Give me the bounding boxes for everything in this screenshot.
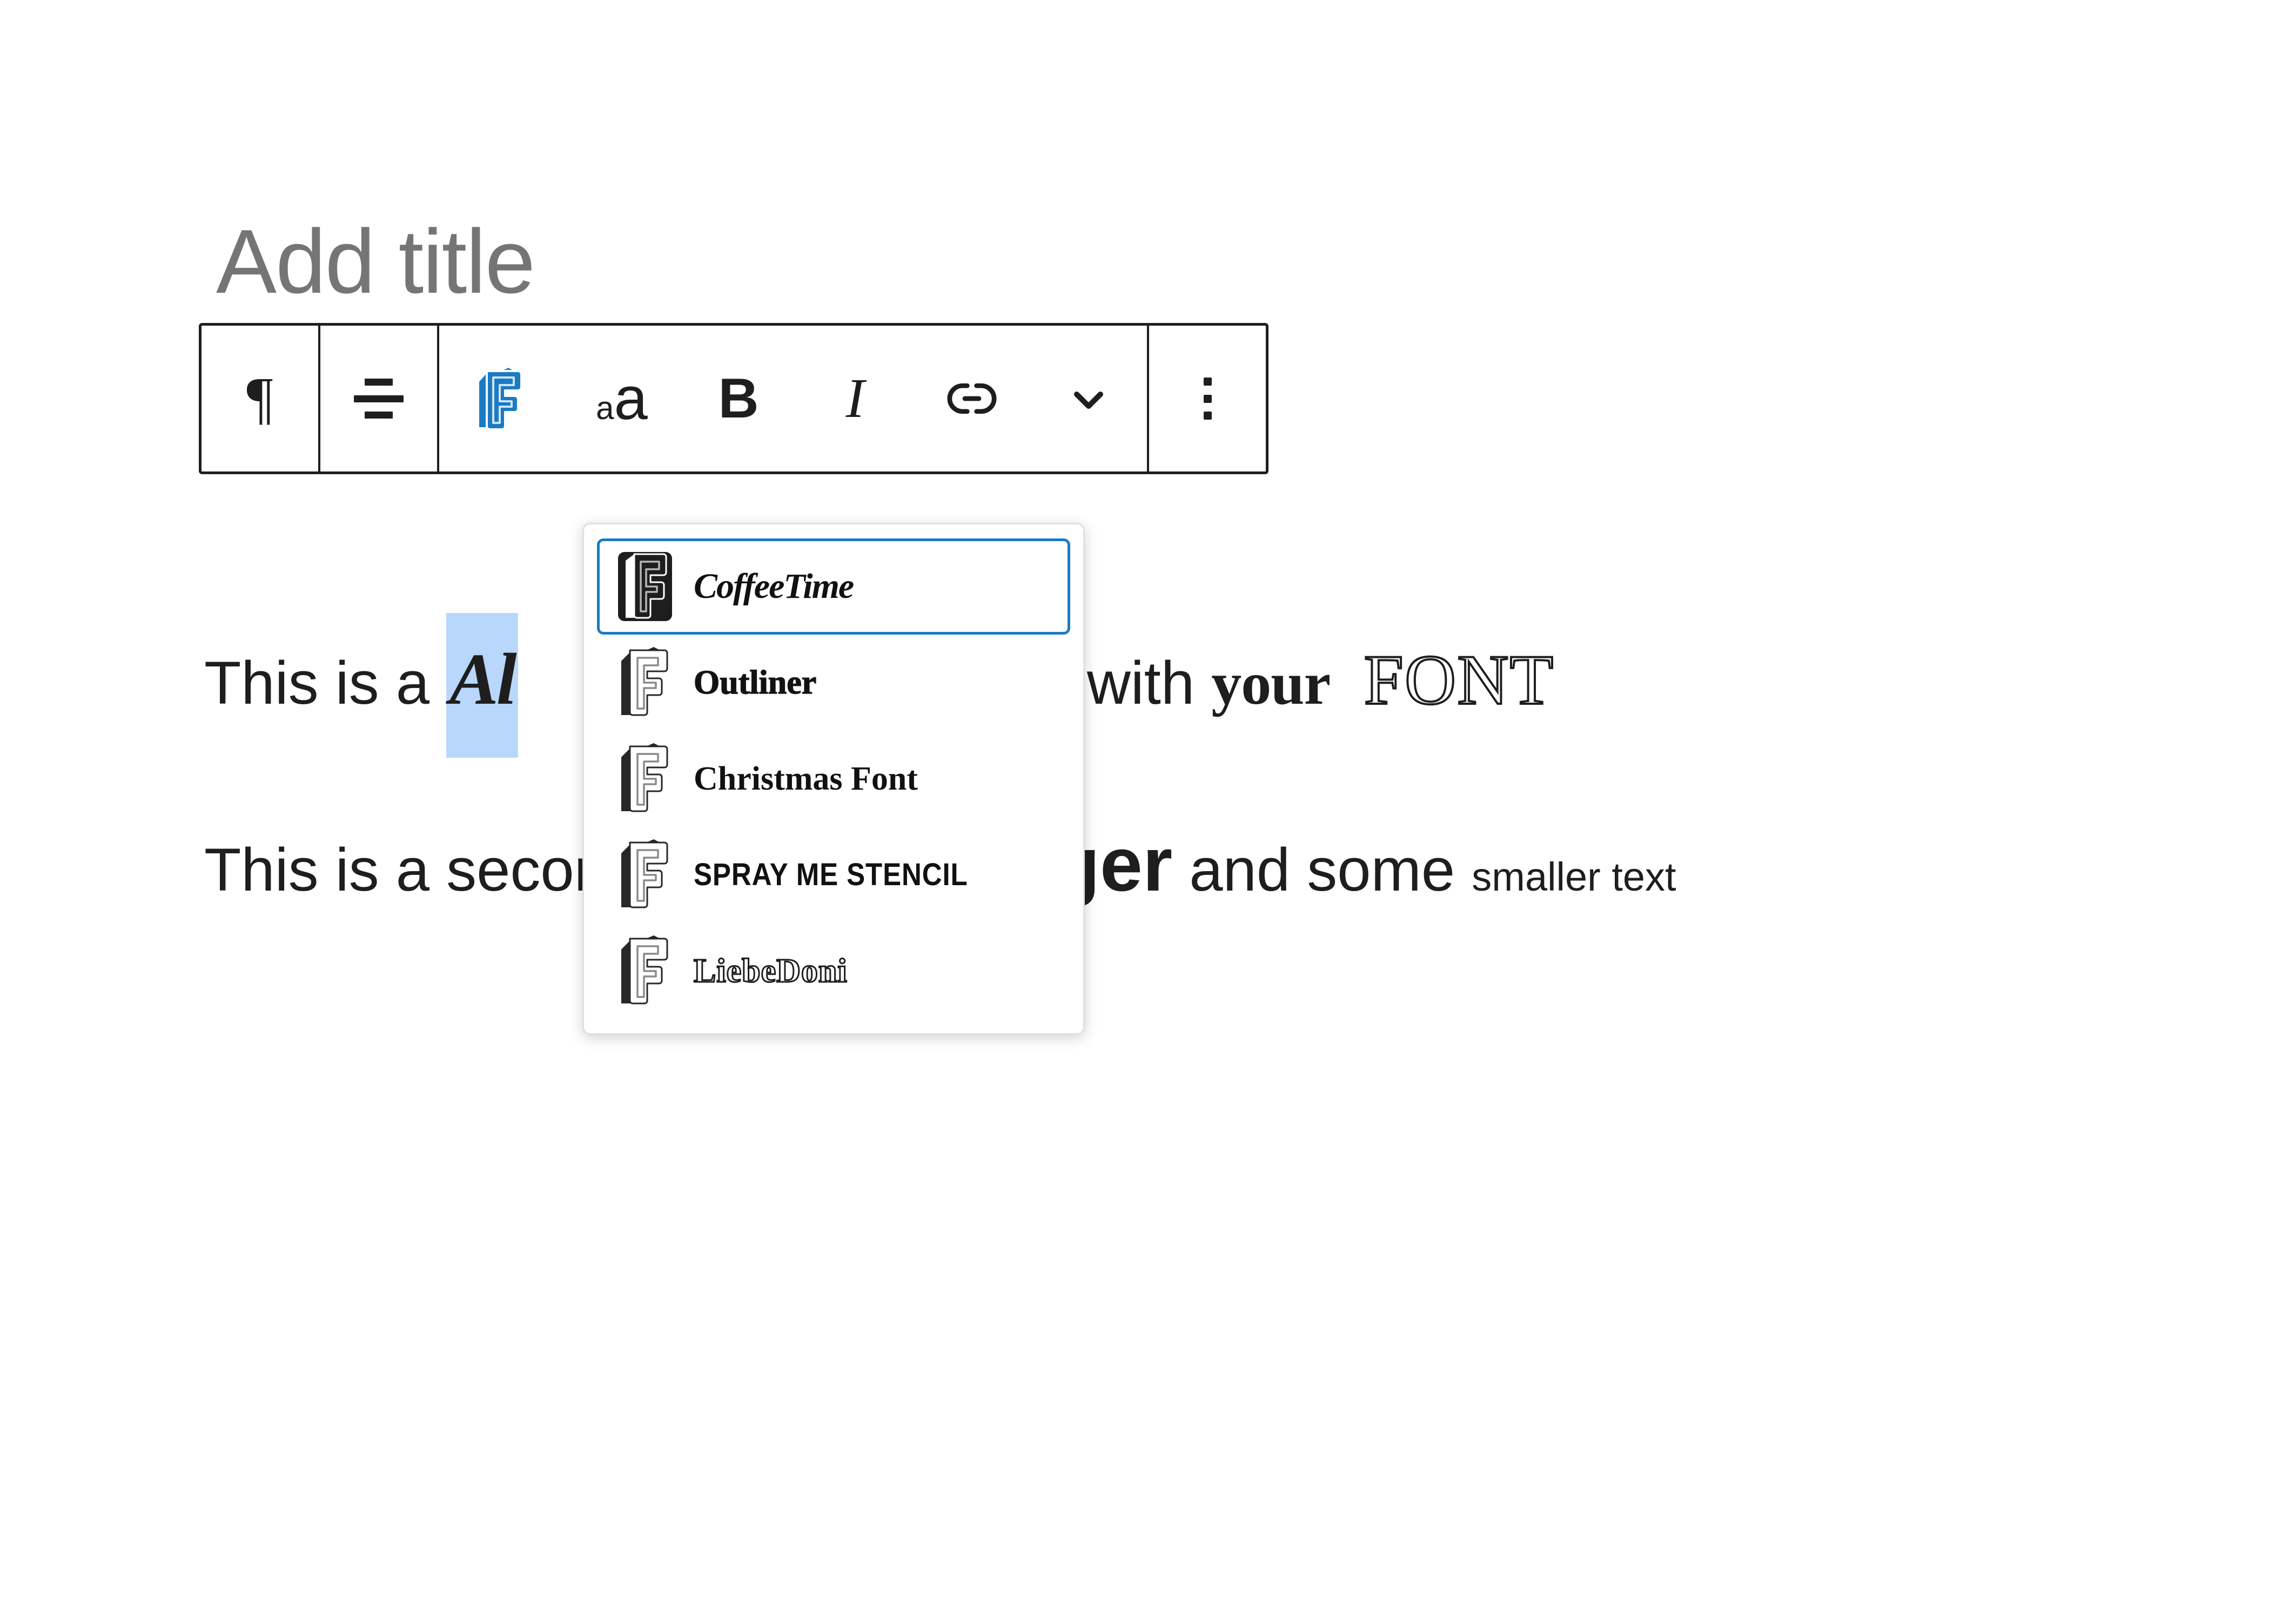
link-button[interactable]	[914, 326, 1030, 471]
paragraph-1-font-run: FONT	[1363, 640, 1555, 719]
font-option-coffeetime[interactable]: CoffeeTime	[597, 538, 1070, 635]
bold-button[interactable]: B	[680, 326, 797, 471]
font-option-label: Outliner	[693, 664, 817, 701]
align-text-button[interactable]	[320, 326, 437, 471]
block-options-button[interactable]	[1149, 326, 1266, 471]
font-option-label: LiebeDoni	[693, 953, 848, 989]
pilcrow-icon: ¶	[246, 366, 273, 430]
font-option-christmas-font[interactable]: Christmas Font	[597, 731, 1070, 827]
font-f-icon-outline	[615, 742, 675, 816]
font-option-label: CoffeeTime	[694, 567, 854, 606]
block-type-button[interactable]: ¶	[202, 326, 318, 471]
align-center-icon	[354, 379, 404, 419]
paragraph-1-lead: This is a	[204, 649, 447, 717]
font-option-spray-me-stencil[interactable]: SPRAY ME STENCIL	[597, 827, 1070, 923]
toolbar-group-block-type: ¶	[202, 326, 320, 471]
font-f-icon-outline	[615, 838, 675, 912]
block-toolbar: ¶ a a B I	[199, 323, 1268, 474]
font-option-liebedoni[interactable]: LiebeDoni	[597, 923, 1070, 1019]
paragraph-2-smaller-run: smaller text	[1472, 854, 1676, 899]
editor-canvas: Add title This is a Alparagraph text wit…	[0, 0, 2269, 1624]
link-icon	[944, 370, 1000, 427]
paragraph-2-lead: This is a secon	[204, 836, 608, 904]
kebab-menu-icon	[1203, 378, 1212, 420]
font-option-outliner[interactable]: Outliner	[597, 635, 1070, 731]
toolbar-group-align	[320, 326, 439, 471]
font-option-label: Christmas Font	[694, 760, 918, 797]
paragraph-2-mid: and some	[1172, 836, 1472, 904]
toolbar-group-options	[1149, 326, 1266, 471]
bold-icon: B	[718, 367, 759, 430]
post-title-placeholder[interactable]: Add title	[216, 216, 535, 307]
italic-button[interactable]: I	[797, 326, 914, 471]
font-option-label: SPRAY ME STENCIL	[694, 857, 968, 892]
font-picker-button[interactable]	[439, 326, 563, 471]
italic-icon: I	[845, 367, 865, 429]
font-size-button[interactable]: aa	[563, 326, 680, 471]
selected-text-run: Al	[446, 613, 518, 758]
toolbar-group-formatting: aa B I	[439, 326, 1149, 471]
text-size-icon: aa	[596, 365, 648, 432]
chevron-down-icon	[1063, 373, 1115, 424]
paragraph-1-space	[1330, 649, 1364, 717]
font-f-icon-outline	[615, 646, 675, 719]
font-f-icon-outline	[615, 934, 675, 1008]
font-dropdown-popover: CoffeeTime Outliner Christmas Font SPRAY…	[582, 523, 1085, 1035]
font-f-icon	[478, 367, 525, 430]
font-f-icon-selected	[615, 550, 675, 623]
more-formatting-button[interactable]	[1030, 326, 1147, 471]
paragraph-1-your-run: your	[1211, 650, 1331, 717]
